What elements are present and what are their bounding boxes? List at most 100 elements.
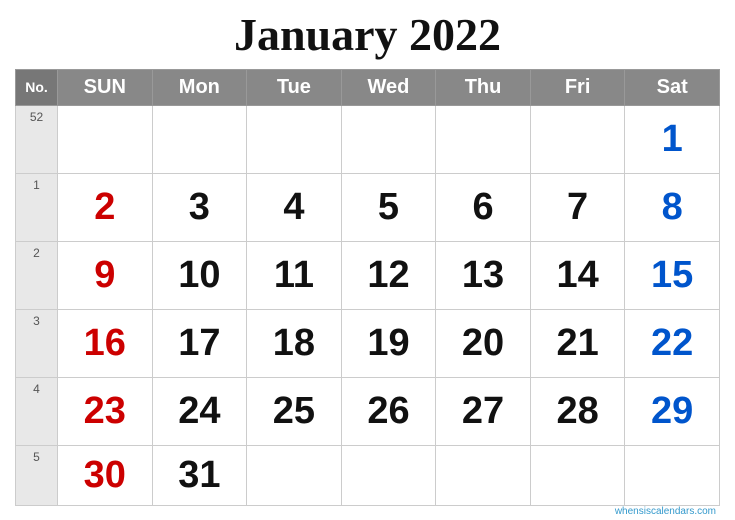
watermark: whensiscalendars.com xyxy=(15,506,720,519)
calendar-table: No. SUN Mon Tue Wed Thu Fri Sat 52112345… xyxy=(15,69,720,506)
day-number: 22 xyxy=(651,322,693,364)
day-cell: 7 xyxy=(530,173,625,241)
day-number: 15 xyxy=(651,254,693,296)
day-number: 11 xyxy=(274,254,314,296)
day-cell: 4 xyxy=(247,173,342,241)
calendar-title: January 2022 xyxy=(15,10,720,61)
week-row-3: 3 16 17 18 19 20 21 22 xyxy=(16,309,720,377)
header-tue: Tue xyxy=(247,69,342,105)
header-thu: Thu xyxy=(436,69,531,105)
day-cell: 6 xyxy=(436,173,531,241)
header-sun: SUN xyxy=(58,69,153,105)
day-number: 8 xyxy=(662,186,683,228)
day-cell: 28 xyxy=(530,377,625,445)
day-number: 25 xyxy=(273,390,315,432)
day-cell: 21 xyxy=(530,309,625,377)
day-cell: 1 xyxy=(625,105,720,173)
header-sat: Sat xyxy=(625,69,720,105)
day-cell: 9 xyxy=(58,241,153,309)
day-cell: 29 xyxy=(625,377,720,445)
day-cell: 22 xyxy=(625,309,720,377)
week-number-3: 3 xyxy=(16,309,58,377)
week-number-2: 2 xyxy=(16,241,58,309)
week-row-1: 12 3 4 5 6 7 8 xyxy=(16,173,720,241)
day-cell xyxy=(152,105,247,173)
day-number: 26 xyxy=(367,390,409,432)
day-number: 7 xyxy=(567,186,588,228)
calendar-body: 5211234567829101112131415316171819202122… xyxy=(16,105,720,505)
day-number: 4 xyxy=(283,186,304,228)
week-row-2: 29 10 11 12 13 14 15 xyxy=(16,241,720,309)
header-no: No. xyxy=(16,69,58,105)
day-cell: 16 xyxy=(58,309,153,377)
day-cell: 19 xyxy=(341,309,436,377)
day-number: 18 xyxy=(273,322,315,364)
day-number: 16 xyxy=(84,322,126,364)
day-cell: 27 xyxy=(436,377,531,445)
day-cell: 2 xyxy=(58,173,153,241)
week-row-4: 4 23 24 25 26 27 28 29 xyxy=(16,377,720,445)
day-cell: 15 xyxy=(625,241,720,309)
day-cell: 17 xyxy=(152,309,247,377)
day-cell: 13 xyxy=(436,241,531,309)
day-number: 13 xyxy=(462,254,504,296)
day-cell xyxy=(341,105,436,173)
day-cell: 10 xyxy=(152,241,247,309)
day-cell: 24 xyxy=(152,377,247,445)
week-row-5: 5 30 31 xyxy=(16,445,720,505)
calendar-wrapper: January 2022 No. SUN Mon Tue Wed Thu Fri… xyxy=(0,0,735,520)
day-number: 21 xyxy=(556,322,598,364)
day-number: 24 xyxy=(178,390,220,432)
day-cell xyxy=(58,105,153,173)
day-cell: 14 xyxy=(530,241,625,309)
day-cell: 12 xyxy=(341,241,436,309)
day-number: 27 xyxy=(462,390,504,432)
day-cell: 31 xyxy=(152,445,247,505)
day-cell: 25 xyxy=(247,377,342,445)
day-cell xyxy=(625,445,720,505)
day-cell: 5 xyxy=(341,173,436,241)
day-cell xyxy=(530,105,625,173)
week-number-1: 1 xyxy=(16,173,58,241)
day-number: 28 xyxy=(556,390,598,432)
header-mon: Mon xyxy=(152,69,247,105)
day-number: 5 xyxy=(378,186,399,228)
day-number: 29 xyxy=(651,390,693,432)
day-number: 14 xyxy=(556,254,598,296)
day-cell xyxy=(436,445,531,505)
day-number: 9 xyxy=(94,254,115,296)
day-cell xyxy=(247,445,342,505)
day-cell: 26 xyxy=(341,377,436,445)
day-number: 17 xyxy=(178,322,220,364)
header-fri: Fri xyxy=(530,69,625,105)
day-number: 20 xyxy=(462,322,504,364)
day-number: 31 xyxy=(178,454,220,496)
day-cell: 8 xyxy=(625,173,720,241)
week-number-0: 52 xyxy=(16,105,58,173)
week-number-4: 4 xyxy=(16,377,58,445)
day-cell xyxy=(341,445,436,505)
week-number-5: 5 xyxy=(16,445,58,505)
week-row-0: 52 1 xyxy=(16,105,720,173)
day-cell xyxy=(436,105,531,173)
day-cell xyxy=(530,445,625,505)
header-row: No. SUN Mon Tue Wed Thu Fri Sat xyxy=(16,69,720,105)
day-number: 6 xyxy=(472,186,493,228)
day-cell: 23 xyxy=(58,377,153,445)
day-number: 3 xyxy=(189,186,210,228)
day-cell: 3 xyxy=(152,173,247,241)
day-cell xyxy=(247,105,342,173)
header-wed: Wed xyxy=(341,69,436,105)
day-number: 30 xyxy=(84,454,126,496)
day-number: 19 xyxy=(367,322,409,364)
day-number: 12 xyxy=(367,254,409,296)
day-number: 1 xyxy=(662,118,683,160)
day-number: 10 xyxy=(178,254,220,296)
day-cell: 30 xyxy=(58,445,153,505)
day-number: 2 xyxy=(94,186,115,228)
day-cell: 18 xyxy=(247,309,342,377)
day-number: 23 xyxy=(84,390,126,432)
day-cell: 11 xyxy=(247,241,342,309)
day-cell: 20 xyxy=(436,309,531,377)
watermark-link[interactable]: whensiscalendars.com xyxy=(615,506,716,517)
